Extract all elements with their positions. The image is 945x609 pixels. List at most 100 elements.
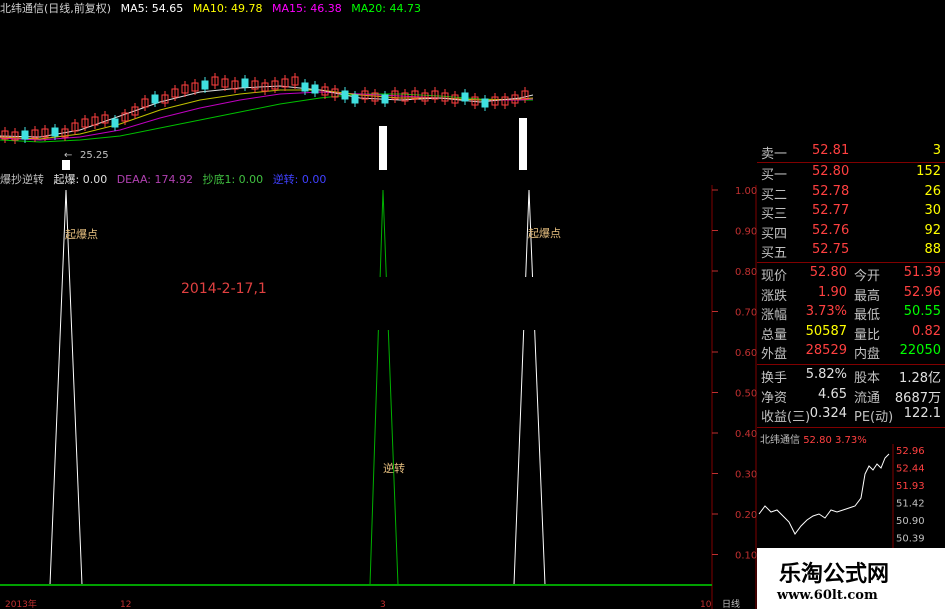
qibao-spike-1 [49,189,83,586]
buy-row: 买三 52.77 30 [758,203,945,222]
buy-row: 买五 52.75 88 [758,242,945,261]
x-tick-label: 日线 [722,598,740,609]
buy-price: 52.75 [812,242,850,257]
finance-value: 122.1 [903,406,941,421]
ma5-line [0,85,534,138]
buy-label: 买四 [761,226,788,242]
buy-label: 买五 [761,246,788,261]
stat-value: 1.90 [818,284,847,300]
low-price-label: 25.25 [80,150,109,161]
x-tick-label: 2013年 [5,598,37,609]
stat-value: 52.96 [903,284,941,300]
finance-label: 换手 [761,371,788,386]
logo-text: 乐淘公式网 [779,561,890,587]
stat-value: 0.82 [912,323,941,339]
finance-label: 净资 [761,390,788,406]
stat-row: 涨幅 3.73% 最低 50.55 [758,304,945,323]
logo-url: www.60lt.com [777,588,878,603]
marker-bar-1 [62,160,70,170]
mini-axis-label: 51.93 [896,481,925,492]
finance-label: 股本 [854,371,881,386]
qibao-spike-2 [513,189,546,586]
stat-label: 涨幅 [761,308,788,323]
stat-value: 22050 [899,343,941,358]
finance-value: 1.28亿 [899,371,941,386]
y-tick-label: 0.80 [735,267,757,278]
x-tick-label: 12 [120,600,131,609]
blank-area [535,0,945,140]
indicator-chart[interactable]: 1.00 0.90 0.80 0.70 0.60 0.50 0.40 0.30 0.20 0.10… [0,185,758,609]
stat-label: 外盘 [761,347,788,362]
y-tick-label: 1.00 [735,186,757,197]
sell1-price: 52.81 [812,143,850,158]
qibao-label-2: 起爆点 [528,226,561,240]
finance-value: 5.82% [805,367,847,382]
y-tick-label: 0.70 [735,308,757,319]
finance-label: 流通 [854,390,881,406]
stat-row: 涨跌 1.90 最高 52.96 [758,284,945,304]
sell1-row: 卖一 52.81 3 [758,143,945,162]
y-tick-label: 0.20 [735,510,757,521]
buy-price: 52.76 [812,222,850,238]
stat-label: 内盘 [854,347,881,362]
indicator-header: 爆抄逆转 起爆: 0.00 DEAA: 174.92 抄底1: 0.00 逆转:… [0,171,332,186]
separator [757,364,945,365]
stat-label: 最低 [854,308,881,323]
x-tick-label: 3 [380,600,386,609]
finance-label: 收益(三) [761,410,811,425]
separator [757,162,945,163]
y-tick-label: 0.10 [735,551,757,562]
mini-axis-label: 52.96 [896,446,925,457]
buy-row: 买二 52.78 26 [758,183,945,203]
x-axis-ticks: 2013年 12 3 10 日线 [5,598,740,609]
buy-label: 买一 [761,168,788,183]
finance-value: 8687万 [894,390,941,406]
stat-value: 50.55 [903,304,941,319]
buy-label: 买二 [761,187,788,203]
stat-value: 51.39 [903,265,941,280]
stock-terminal-window: 北纬通信(日线,前复权) MA5: 54.65 MA10: 49.78 MA15… [0,0,945,609]
stat-value: 52.80 [809,265,847,280]
stat-label: 今开 [854,269,881,284]
mini-intraday-chart[interactable]: 52.96 52.44 51.93 51.42 50.90 50.39 [757,444,945,548]
stat-value: 3.73% [805,304,847,319]
sell1-label: 卖一 [761,147,788,162]
date-annotation: 2014-2-17,1 [181,281,267,297]
buy-volume: 88 [924,242,941,257]
buy-volume: 26 [924,183,941,199]
stat-value: 28529 [805,343,847,358]
stat-label: 涨跌 [761,288,788,304]
price-chart[interactable]: 25.25 ← [0,0,535,170]
mini-axis-label: 50.90 [896,516,925,527]
x-tick-label: 10 [700,600,712,609]
stat-row: 外盘 28529 内盘 22050 [758,343,945,362]
nizhuan-label: 逆转 [383,461,405,475]
y-tick-label: 0.50 [735,389,757,400]
stat-row: 现价 52.80 今开 51.39 [758,265,945,284]
y-axis-ticks: 1.00 0.90 0.80 0.70 0.60 0.50 0.40 0.30 0.20 0.10 [712,186,757,562]
y-tick-label: 0.60 [735,348,757,359]
separator [757,427,945,428]
finance-row: 收益(三) 0.324 PE(动) 122.1 [758,406,945,425]
mini-axis-label: 50.39 [896,534,925,545]
redaction-box [273,277,671,330]
finance-value: 0.324 [809,406,847,421]
buy-label: 买三 [761,207,788,222]
marker-bar-3 [519,118,527,170]
y-tick-label: 0.30 [735,470,757,481]
y-tick-label: 0.40 [735,429,757,440]
low-price-arrow: ← [64,150,72,161]
buy-price: 52.77 [812,203,850,218]
sell1-volume: 3 [932,143,941,158]
buy-price: 52.78 [812,183,850,199]
watermark-logo: 乐淘公式网 www.60lt.com [757,548,945,609]
stat-label: 最高 [854,288,881,304]
y-tick-label: 0.90 [735,227,757,238]
stat-label: 现价 [761,269,788,284]
stat-row: 总量 50587 量比 0.82 [758,323,945,343]
buy-volume: 92 [924,222,941,238]
mini-axis-label: 52.44 [896,464,925,475]
buy-row: 买四 52.76 92 [758,222,945,242]
buy-row: 买一 52.80 152 [758,164,945,183]
buy-price: 52.80 [812,164,850,179]
